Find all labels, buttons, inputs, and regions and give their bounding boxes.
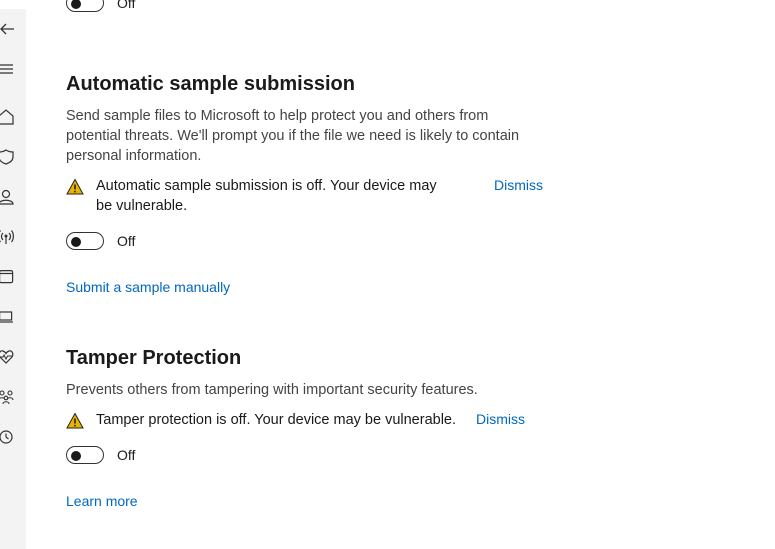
section-title-tamper-protection: Tamper Protection [66, 347, 242, 369]
sample-submission-toggle-row: Off [66, 232, 135, 250]
home-icon[interactable] [0, 108, 16, 126]
warning-icon [66, 412, 84, 429]
section-title-sample-submission: Automatic sample submission [66, 73, 355, 95]
hamburger-menu-icon[interactable] [0, 60, 16, 78]
section-description-tamper-protection: Prevents others from tampering with impo… [66, 382, 478, 398]
dismiss-sample-warning-link[interactable]: Dismiss [494, 177, 543, 193]
warning-tamper-protection: Tamper protection is off. Your device ma… [66, 410, 456, 430]
warning-sample-submission: Automatic sample submission is off. Your… [66, 176, 446, 216]
tamper-protection-toggle-row: Off [66, 446, 135, 464]
heart-pulse-icon[interactable] [0, 348, 16, 366]
app-browser-icon[interactable] [0, 268, 16, 286]
nav-rail [0, 9, 26, 549]
person-icon[interactable] [0, 188, 16, 206]
back-arrow-icon[interactable] [0, 20, 16, 38]
laptop-icon[interactable] [0, 308, 16, 326]
warning-text: Automatic sample submission is off. Your… [96, 178, 437, 214]
toggle-state-label: Off [117, 0, 136, 11]
learn-more-link[interactable]: Learn more [66, 493, 138, 509]
warning-icon [66, 178, 84, 195]
sample-submission-toggle[interactable] [66, 232, 104, 250]
app-window: Off Automatic sample submission Send sam… [0, 0, 775, 549]
warning-text: Tamper protection is off. Your device ma… [96, 412, 457, 428]
wireless-icon[interactable] [0, 228, 16, 246]
section-description-sample-submission: Send sample files to Microsoft to help p… [66, 108, 520, 164]
toggle-state-label: Off [117, 233, 136, 249]
tamper-protection-toggle[interactable] [66, 446, 104, 464]
history-icon[interactable] [0, 428, 16, 446]
previous-setting-toggle-row: Off [66, 0, 135, 12]
shield-icon[interactable] [0, 148, 16, 166]
dismiss-tamper-warning-link[interactable]: Dismiss [476, 411, 525, 427]
toggle-state-label: Off [117, 447, 136, 463]
previous-setting-toggle[interactable] [66, 0, 104, 12]
family-icon[interactable] [0, 388, 16, 406]
submit-sample-manually-link[interactable]: Submit a sample manually [66, 279, 230, 295]
